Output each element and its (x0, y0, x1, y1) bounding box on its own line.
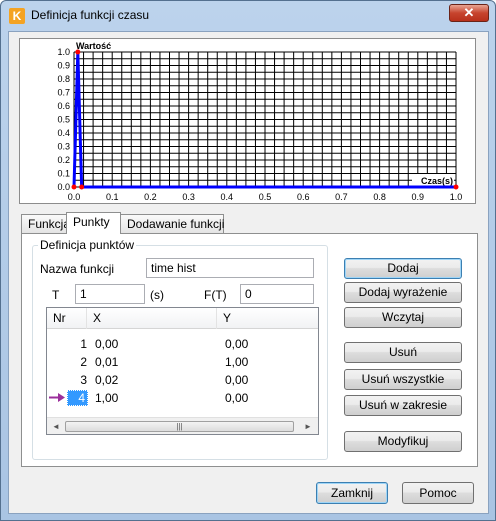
y-tick-label: 0.1 (57, 169, 70, 179)
table-row[interactable]: 3 0,02 0,00 (47, 371, 318, 389)
y-tick-label: 0.6 (57, 101, 70, 111)
chart-panel: 0.0 0.1 0.2 0.3 0.4 0.5 0.6 0.7 0.8 0.9 1.0 0.0 0.1 0… (19, 38, 476, 204)
x-tick-label: 0.4 (221, 192, 234, 202)
y-tick-label: 0.8 (57, 74, 70, 84)
app-icon: K (9, 8, 25, 24)
zamknij-button[interactable]: Zamknij (316, 482, 388, 504)
pomoc-button[interactable]: Pomoc (402, 482, 474, 504)
dialog-window: K Definicja funkcji czasu ✕ 0.0 0.1 0.2 0.3… (0, 0, 496, 521)
usun-w-zakresie-button[interactable]: Usuń w zakresie (344, 395, 462, 416)
column-header-x[interactable]: X (87, 308, 217, 329)
data-point (75, 49, 81, 55)
data-point (79, 184, 85, 190)
tab-punkty[interactable]: Punkty (66, 212, 121, 234)
dodaj-button[interactable]: Dodaj (344, 258, 462, 279)
t-input[interactable]: 1 (75, 284, 145, 304)
horizontal-scrollbar[interactable]: ◄ ||| ► (47, 417, 318, 434)
ft-label: F(T) (204, 288, 227, 302)
dodaj-wyrazenie-button[interactable]: Dodaj wyrażenie (344, 282, 462, 303)
x-tick-label: 0.9 (412, 192, 425, 202)
x-axis-label: Czas(s) (421, 176, 453, 186)
column-header-nr[interactable]: Nr (47, 308, 87, 329)
x-tick-label: 0.7 (335, 192, 348, 202)
modyfikuj-button[interactable]: Modyfikuj (344, 431, 462, 452)
t-unit-label: (s) (150, 288, 164, 302)
points-panel: Definicja punktów Nazwa funkcji time his… (21, 233, 478, 467)
title-bar[interactable]: K Definicja funkcji czasu ✕ (1, 1, 495, 31)
y-tick-label: 0.9 (57, 61, 70, 71)
y-tick-label: 0.7 (57, 88, 70, 98)
window-title: Definicja funkcji czasu (31, 8, 150, 22)
row-nr: 3 (80, 373, 87, 387)
row-nr: 2 (80, 355, 87, 369)
tab-funkcja[interactable]: Funkcja (21, 214, 70, 233)
row-x: 0,02 (95, 373, 119, 387)
x-tick-label: 0.2 (144, 192, 157, 202)
table-row[interactable]: 1 0,00 0,00 (47, 335, 318, 353)
tab-dodawanie-funkcji[interactable]: Dodawanie funkcji (120, 214, 224, 233)
y-tick-label: 1.0 (57, 47, 70, 57)
y-tick-label: 0.3 (57, 142, 70, 152)
row-x: 0,01 (95, 355, 119, 369)
data-point (71, 184, 77, 190)
column-header-y[interactable]: Y (217, 308, 318, 329)
scroll-left-icon[interactable]: ◄ (50, 421, 62, 432)
x-tick-label: 0.5 (259, 192, 272, 202)
scroll-right-icon[interactable]: ► (302, 421, 314, 432)
x-tick-label: 0.6 (297, 192, 310, 202)
group-label: Definicja punktów (38, 238, 137, 252)
x-tick-label: 0.1 (106, 192, 119, 202)
row-x: 1,00 (95, 391, 119, 405)
x-tick-label: 0.8 (373, 192, 386, 202)
row-y: 0,00 (225, 337, 249, 351)
scroll-thumb[interactable]: ||| (65, 421, 294, 432)
y-tick-label: 0.2 (57, 155, 70, 165)
row-x: 0,00 (95, 337, 119, 351)
close-button[interactable]: ✕ (449, 4, 489, 22)
row-nr: 4 (67, 390, 88, 406)
row-nr: 1 (80, 337, 87, 351)
table-row[interactable]: 2 0,01 1,00 (47, 353, 318, 371)
current-row-arrow-icon (49, 393, 65, 402)
y-axis-label: Wartość (76, 41, 111, 51)
usun-wszystkie-button[interactable]: Usuń wszystkie (344, 369, 462, 390)
list-header: Nr X Y (47, 308, 318, 329)
x-tick-label: 0.3 (182, 192, 195, 202)
x-tick-label: 1.0 (450, 192, 463, 202)
row-y: 0,00 (225, 373, 249, 387)
t-label: T (52, 288, 60, 302)
row-y: 0,00 (225, 391, 249, 405)
wczytaj-button[interactable]: Wczytaj (344, 307, 462, 328)
points-list[interactable]: Nr X Y 1 0,00 0,00 2 0,01 1,00 3 0,02 0,… (46, 307, 319, 435)
ft-input[interactable]: 0 (240, 284, 314, 304)
usun-button[interactable]: Usuń (344, 342, 462, 363)
x-tick-label: 0.0 (68, 192, 81, 202)
dialog-client: 0.0 0.1 0.2 0.3 0.4 0.5 0.6 0.7 0.8 0.9 1.0 0.0 0.1 0… (8, 31, 489, 514)
name-input[interactable]: time hist (146, 258, 314, 278)
table-row-selected[interactable]: 4 1,00 0,00 (47, 389, 318, 407)
y-tick-label: 0.0 (57, 182, 70, 192)
name-label: Nazwa funkcji (40, 262, 115, 276)
row-y: 1,00 (225, 355, 249, 369)
y-tick-label: 0.4 (57, 128, 70, 138)
y-tick-label: 0.5 (57, 115, 70, 125)
time-function-chart: 0.0 0.1 0.2 0.3 0.4 0.5 0.6 0.7 0.8 0.9 1.0 0.0 0.1 0… (57, 41, 463, 202)
data-point (453, 184, 459, 190)
